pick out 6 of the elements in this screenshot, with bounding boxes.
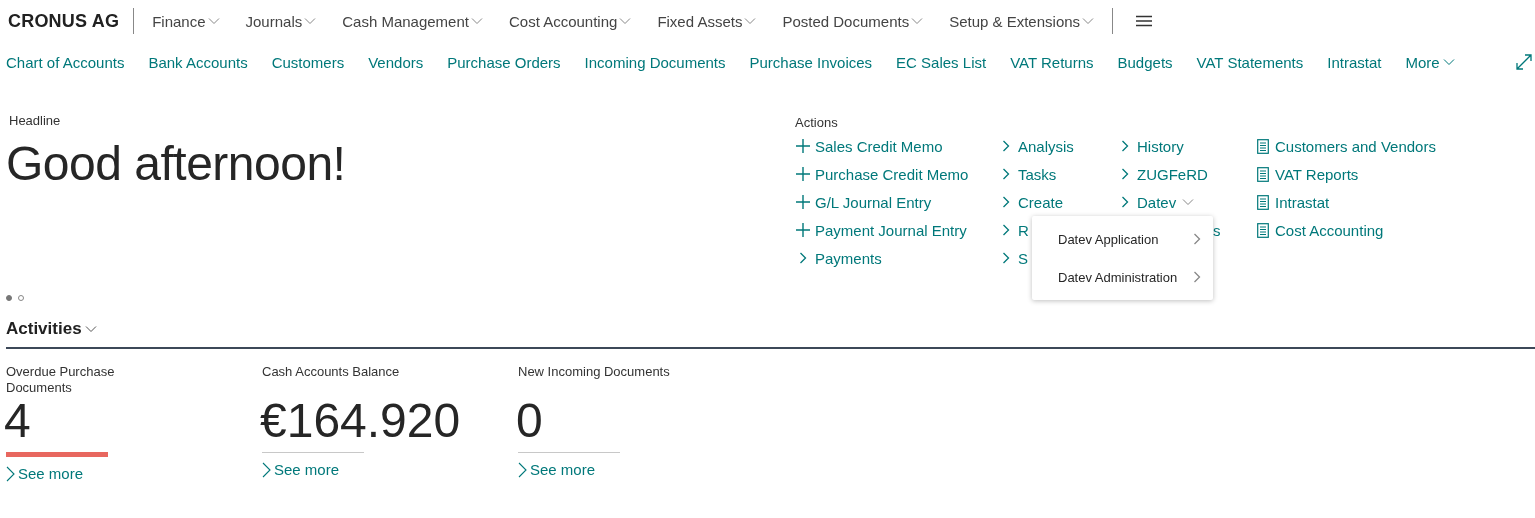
- tile-title: Overdue Purchase Documents: [6, 364, 116, 396]
- tile-title: Cash Accounts Balance: [262, 364, 401, 381]
- section-label: Headline: [9, 113, 62, 128]
- headline-text: Good afternoon!: [6, 136, 347, 191]
- tile-title: New Incoming Documents: [518, 364, 671, 381]
- section-label: Actions: [795, 115, 838, 130]
